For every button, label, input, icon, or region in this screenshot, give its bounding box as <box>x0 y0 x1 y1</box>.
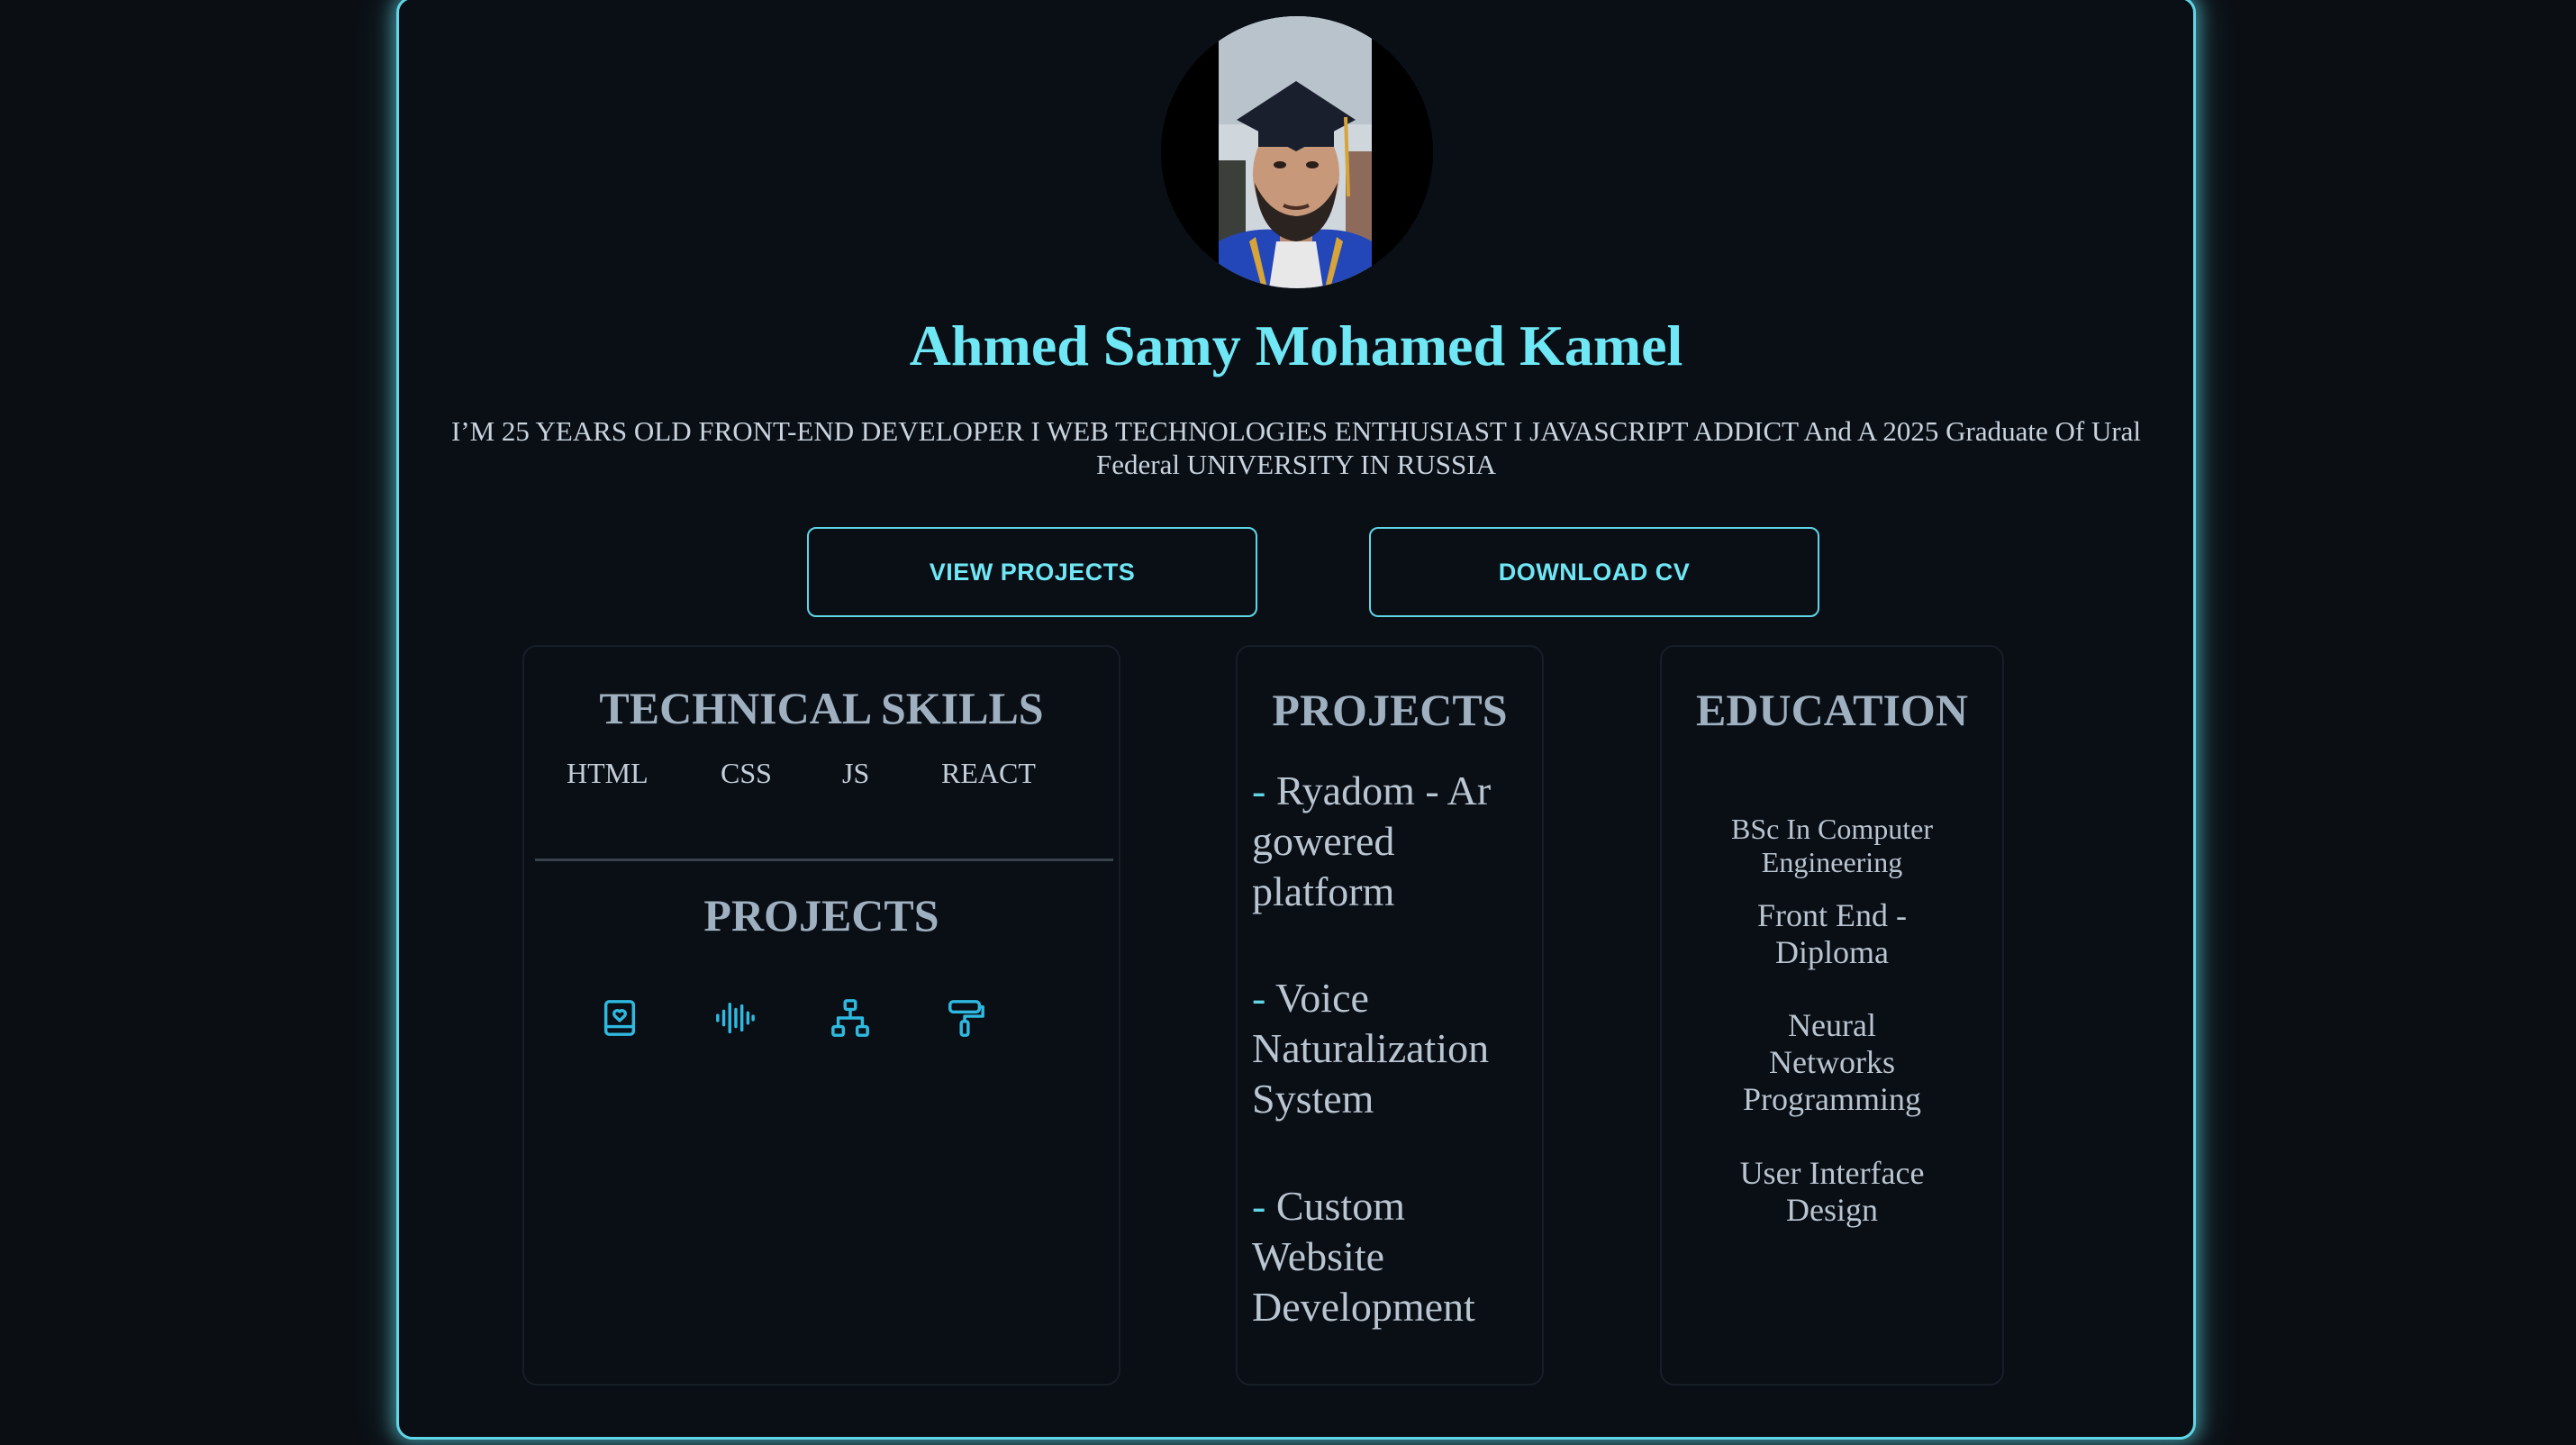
project-name: Voice Naturalization System <box>1252 975 1490 1122</box>
education-item: Front End - Diploma <box>1757 897 1907 970</box>
audio-wave-icon[interactable] <box>714 997 756 1039</box>
education-item: User Interface Design <box>1739 1155 1925 1228</box>
project-dash: - <box>1252 768 1266 813</box>
view-projects-button[interactable]: VIEW PROJECTS <box>807 527 1257 617</box>
paint-roller-icon[interactable] <box>945 997 986 1039</box>
education-item: BSc In Computer Engineering <box>1731 813 1933 878</box>
skill-item: HTML <box>567 757 649 789</box>
profile-name: Ahmed Samy Mohamed Kamel <box>909 314 1683 377</box>
project-name: Custom Website Development <box>1252 1183 1475 1330</box>
skill-item: CSS <box>721 757 772 789</box>
technical-skills-title: TECHNICAL SKILLS <box>599 683 1044 733</box>
education-card: EDUCATION BSc In Computer Engineering Fr… <box>1660 645 2004 1386</box>
projects-card: PROJECTS - Ryadom - Ar gowered platform … <box>1236 645 1544 1386</box>
profile-bio: I’M 25 YEARS OLD FRONT-END DEVELOPER I W… <box>450 415 2142 480</box>
projects-title: PROJECTS <box>1272 685 1508 735</box>
download-cv-button[interactable]: DOWNLOAD CV <box>1369 527 1819 617</box>
project-dash: - <box>1252 975 1266 1021</box>
skill-item: REACT <box>941 757 1036 789</box>
book-heart-icon[interactable] <box>599 997 640 1039</box>
project-item[interactable]: - Voice Naturalization System <box>1252 973 1540 1124</box>
education-title: EDUCATION <box>1696 685 1968 735</box>
sitemap-icon[interactable] <box>830 997 871 1039</box>
avatar-photo <box>1161 16 1433 288</box>
project-name: Ryadom - Ar gowered platform <box>1252 768 1492 914</box>
project-dash: - <box>1252 1183 1266 1229</box>
avatar <box>1161 16 1433 288</box>
education-item: Neural Networks Programming <box>1743 1007 1921 1117</box>
project-item[interactable]: - Custom Website Development <box>1252 1181 1540 1332</box>
project-item[interactable]: - Ryadom - Ar gowered platform <box>1252 766 1540 917</box>
skills-projects-title: PROJECTS <box>703 890 939 941</box>
divider <box>535 859 1113 861</box>
skill-list: HTML CSS JS REACT <box>524 757 1119 793</box>
skill-item: JS <box>842 757 870 789</box>
